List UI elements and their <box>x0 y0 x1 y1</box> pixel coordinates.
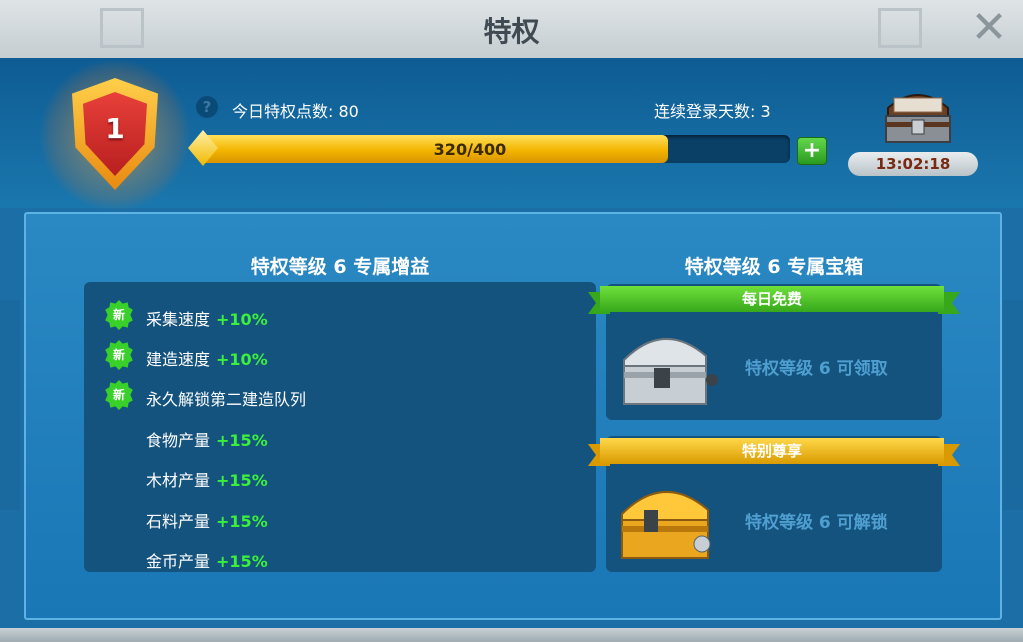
list-item: 新 永久解锁第二建造队列 <box>84 379 584 413</box>
benefit-label: 建造速度 <box>146 350 211 369</box>
benefit-value: +15% <box>216 471 268 490</box>
silver-chest-icon[interactable] <box>614 322 720 412</box>
login-days: 连续登录天数: 3 <box>654 102 771 121</box>
left-side-tab <box>0 300 20 510</box>
gold-chest-icon[interactable] <box>612 474 720 566</box>
add-points-button[interactable]: + <box>797 137 827 165</box>
list-item: 金币产量 +15% <box>84 541 584 572</box>
benefit-value: +10% <box>216 310 268 329</box>
title-bar: 特权 ✕ <box>0 0 1023 61</box>
right-side-tab <box>1003 300 1023 510</box>
list-item: 新 建造速度 +10% <box>84 339 584 373</box>
special-chest-status: 特权等级 6 可解锁 <box>745 513 888 533</box>
benefit-label: 石料产量 <box>146 512 211 531</box>
today-points: 今日特权点数: 80 <box>232 102 359 121</box>
benefit-value: +15% <box>216 512 268 531</box>
close-button[interactable]: ✕ <box>969 6 1009 50</box>
list-item: 新 采集速度 +10% <box>84 299 584 333</box>
list-item: 木材产量 +15% <box>84 460 584 494</box>
treasure-chest-icon[interactable] <box>880 86 956 146</box>
vip-level: 1 <box>105 112 125 145</box>
benefits-heading: 特权等级 6 专属增益 <box>250 256 430 278</box>
benefits-list[interactable]: 新 采集速度 +10% 新 建造速度 +10% 新 永久解锁第二建造队列 食物产量 +… <box>84 282 596 572</box>
benefit-label: 木材产量 <box>146 471 211 490</box>
list-item: 石料产量 +15% <box>84 501 584 535</box>
benefit-label: 金币产量 <box>146 552 211 571</box>
benefit-label: 食物产量 <box>146 431 211 450</box>
free-chest-status: 特权等级 6 可领取 <box>745 359 888 379</box>
new-badge-icon: 新 <box>105 300 133 330</box>
list-item: 食物产量 +15% <box>84 420 584 454</box>
chests-heading: 特权等级 6 专属宝箱 <box>684 256 864 278</box>
benefit-value: +10% <box>216 350 268 369</box>
points-progress-bar: 320/400 <box>200 135 790 163</box>
new-badge-icon: 新 <box>105 380 133 410</box>
special-ribbon: 特别尊享 <box>600 438 944 464</box>
benefit-label: 采集速度 <box>146 310 211 329</box>
benefit-label: 永久解锁第二建造队列 <box>146 390 307 409</box>
progress-text: 320/400 <box>433 140 507 159</box>
benefit-value: +15% <box>216 552 268 571</box>
benefit-value: +15% <box>216 431 268 450</box>
new-badge-icon: 新 <box>105 340 133 370</box>
bottom-frame <box>0 628 1023 642</box>
free-ribbon: 每日免费 <box>600 286 944 312</box>
chest-timer: 13:02:18 <box>848 152 978 176</box>
window-title: 特权 <box>483 15 540 48</box>
help-icon[interactable]: ? <box>196 96 218 118</box>
